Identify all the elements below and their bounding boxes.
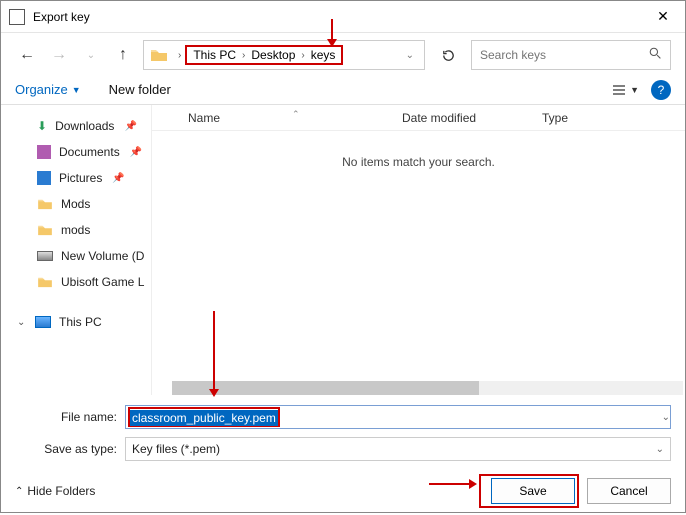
pin-icon: 📌	[112, 173, 124, 184]
close-button[interactable]: ✕	[641, 2, 685, 32]
empty-message: No items match your search.	[152, 131, 685, 169]
chevron-right-icon: ›	[297, 50, 308, 61]
sidebar-item-ubisoft[interactable]: Ubisoft Game L	[1, 269, 151, 295]
crumb-keys[interactable]: keys	[309, 48, 338, 62]
sidebar-item-label: Documents	[59, 145, 120, 159]
chevron-down-icon: ▼	[630, 85, 639, 95]
save-type-label: Save as type:	[15, 442, 125, 456]
folder-icon	[37, 276, 53, 288]
back-button[interactable]: ←	[15, 43, 39, 67]
refresh-button[interactable]	[433, 40, 463, 70]
drive-icon	[37, 251, 53, 261]
sidebar-item-pictures[interactable]: Pictures 📌	[1, 165, 151, 191]
sidebar-item-mods[interactable]: Mods	[1, 191, 151, 217]
horizontal-scrollbar[interactable]	[172, 381, 683, 395]
up-button[interactable]: ↑	[111, 43, 135, 67]
sidebar-item-label: This PC	[59, 315, 102, 329]
breadcrumb-highlight: This PC › Desktop › keys	[185, 45, 343, 65]
file-name-label: File name:	[15, 410, 125, 424]
folder-icon	[37, 224, 53, 236]
recent-dropdown[interactable]: ⌄	[79, 43, 103, 67]
sidebar-item-label: Mods	[61, 197, 90, 211]
search-box[interactable]	[471, 40, 671, 70]
sidebar-item-label: Downloads	[55, 119, 114, 133]
organize-label: Organize	[15, 82, 68, 97]
chevron-down-icon: ▼	[72, 85, 81, 95]
sidebar: ⬇ Downloads 📌 Documents 📌 Pictures 📌 Mod…	[1, 105, 151, 395]
sidebar-item-this-pc[interactable]: ⌄ This PC	[1, 309, 151, 335]
search-input[interactable]	[480, 48, 649, 62]
column-date[interactable]: Date modified	[402, 111, 542, 125]
crumb-desktop[interactable]: Desktop	[249, 48, 297, 62]
crumb-this-pc[interactable]: This PC	[191, 48, 238, 62]
pc-icon	[35, 316, 51, 328]
chevron-down-icon[interactable]: ⌄	[17, 317, 27, 328]
sidebar-item-new-volume[interactable]: New Volume (D	[1, 243, 151, 269]
list-icon	[612, 84, 626, 96]
app-icon	[9, 9, 25, 25]
sort-indicator: ⌃	[292, 109, 300, 120]
hide-folders-label: Hide Folders	[27, 484, 95, 498]
view-menu[interactable]: ▼	[612, 84, 639, 96]
content-area: ⬇ Downloads 📌 Documents 📌 Pictures 📌 Mod…	[1, 105, 685, 395]
sidebar-item-label: Pictures	[59, 171, 102, 185]
sidebar-item-label: Ubisoft Game L	[61, 275, 144, 289]
organize-menu[interactable]: Organize ▼	[15, 82, 81, 97]
pin-icon: 📌	[130, 147, 142, 158]
file-name-highlight: classroom_public_key.pem	[128, 407, 280, 427]
chevron-down-icon[interactable]: ⌄	[662, 412, 670, 423]
save-type-value: Key files (*.pem)	[132, 442, 220, 456]
nav-row: ← → ⌄ ↑ › This PC › Desktop › keys ⌄	[1, 33, 685, 69]
chevron-up-icon: ⌃	[15, 486, 23, 497]
download-icon: ⬇	[37, 119, 47, 133]
column-headers: Name ⌃ Date modified Type	[152, 105, 685, 131]
chevron-right-icon: ›	[174, 50, 185, 61]
search-icon	[649, 47, 662, 63]
file-list: Name ⌃ Date modified Type No items match…	[151, 105, 685, 395]
pin-icon: 📌	[124, 121, 136, 132]
chevron-down-icon[interactable]: ⌄	[656, 444, 664, 455]
pictures-icon	[37, 171, 51, 185]
chevron-right-icon: ›	[238, 50, 249, 61]
folder-icon	[37, 198, 53, 210]
sidebar-item-documents[interactable]: Documents 📌	[1, 139, 151, 165]
new-folder-button[interactable]: New folder	[109, 82, 171, 97]
address-dropdown[interactable]: ⌄	[400, 50, 420, 61]
file-name-input[interactable]: classroom_public_key.pem ⌄	[125, 405, 671, 429]
sidebar-item-downloads[interactable]: ⬇ Downloads 📌	[1, 113, 151, 139]
titlebar: Export key ✕	[1, 1, 685, 33]
sidebar-item-label: New Volume (D	[61, 249, 144, 263]
hide-folders-toggle[interactable]: ⌃ Hide Folders	[15, 484, 95, 498]
sidebar-item-mods-lower[interactable]: mods	[1, 217, 151, 243]
documents-icon	[37, 145, 51, 159]
save-type-select[interactable]: Key files (*.pem) ⌄	[125, 437, 671, 461]
save-button[interactable]: Save	[491, 478, 575, 504]
column-name[interactable]: Name ⌃	[152, 111, 402, 125]
help-button[interactable]: ?	[651, 80, 671, 100]
refresh-icon	[441, 48, 456, 63]
file-name-value: classroom_public_key.pem	[130, 410, 278, 426]
sidebar-item-label: mods	[61, 223, 90, 237]
toolbar: Organize ▼ New folder ▼ ?	[1, 69, 685, 105]
window-title: Export key	[33, 10, 641, 24]
folder-icon	[150, 48, 168, 62]
save-highlight: Save	[479, 474, 579, 508]
cancel-button[interactable]: Cancel	[587, 478, 671, 504]
button-row: ⌃ Hide Folders Save Cancel	[1, 467, 685, 515]
scrollbar-thumb[interactable]	[172, 381, 479, 395]
address-bar[interactable]: › This PC › Desktop › keys ⌄	[143, 40, 425, 70]
save-form: File name: classroom_public_key.pem ⌄ Sa…	[1, 395, 685, 463]
forward-button[interactable]: →	[47, 43, 71, 67]
column-type[interactable]: Type	[542, 111, 685, 125]
